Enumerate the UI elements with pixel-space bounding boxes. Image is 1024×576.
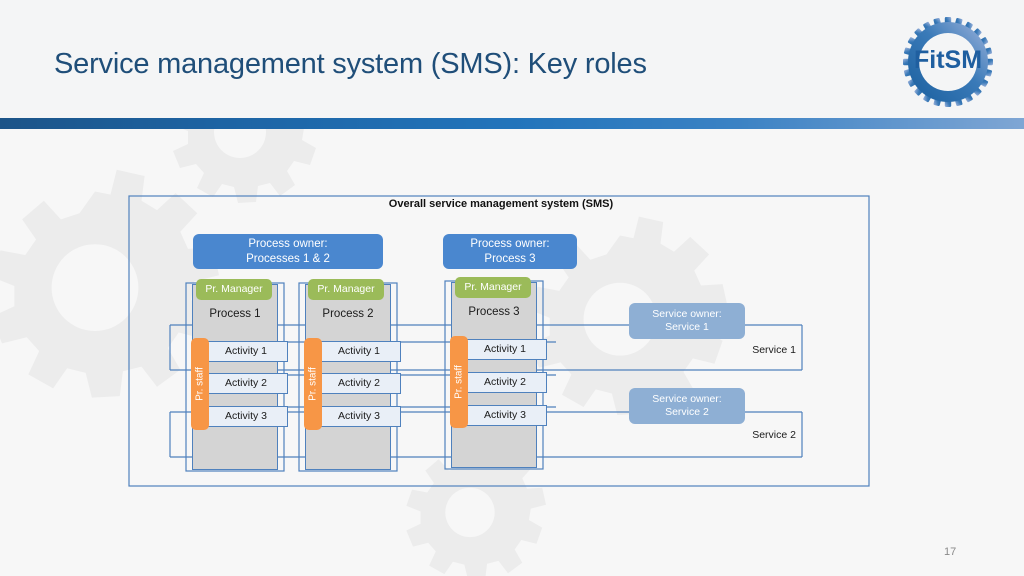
process-1-activity-3[interactable]: Activity 3: [204, 406, 288, 427]
service-owner-1-line1: Service owner:: [652, 308, 721, 321]
process-label-2: Process 2: [305, 308, 391, 320]
page-title: Service management system (SMS): Key rol…: [54, 48, 647, 81]
process-owner-box-1[interactable]: Process owner: Processes 1 & 2: [193, 234, 383, 269]
process-3-activity-2[interactable]: Activity 2: [463, 372, 547, 393]
process-3-activity-3-label: Activity 3: [484, 409, 526, 422]
process-3-activity-3[interactable]: Activity 3: [463, 405, 547, 426]
process-2-activity-3-label: Activity 3: [338, 410, 380, 423]
process-manager-box-2[interactable]: Pr. Manager: [308, 279, 384, 300]
process-owner-1-line2: Processes 1 & 2: [246, 252, 330, 266]
process-2-staff-bar[interactable]: Pr. staff: [304, 338, 322, 430]
service-owner-box-2[interactable]: Service owner: Service 2: [629, 388, 745, 424]
process-manager-label-1: Pr. Manager: [205, 283, 262, 296]
slide-header: Service management system (SMS): Key rol…: [0, 0, 1024, 118]
process-2-activity-3[interactable]: Activity 3: [317, 406, 401, 427]
service-label-2: Service 2: [680, 429, 796, 441]
process-label-3: Process 3: [451, 306, 537, 318]
process-owner-2-line2: Process 3: [470, 252, 549, 266]
header-accent-bar: [0, 118, 1024, 129]
process-3-staff-bar[interactable]: Pr. staff: [450, 336, 468, 428]
process-1-staff-bar[interactable]: Pr. staff: [191, 338, 209, 430]
process-owner-box-2[interactable]: Process owner: Process 3: [443, 234, 577, 269]
page-number: 17: [944, 546, 956, 558]
process-3-activity-1[interactable]: Activity 1: [463, 339, 547, 360]
service-owner-2-line2: Service 2: [652, 406, 721, 419]
process-manager-box-1[interactable]: Pr. Manager: [196, 279, 272, 300]
process-label-1: Process 1: [192, 308, 278, 320]
process-1-activity-1-label: Activity 1: [225, 345, 267, 358]
process-2-activity-2[interactable]: Activity 2: [317, 373, 401, 394]
process-1-activity-3-label: Activity 3: [225, 410, 267, 423]
process-1-activity-2-label: Activity 2: [225, 377, 267, 390]
fitsm-logo: FitSM: [896, 14, 1000, 110]
process-manager-label-2: Pr. Manager: [317, 283, 374, 296]
process-owner-2-line1: Process owner:: [470, 237, 549, 251]
process-2-staff-label: Pr. staff: [308, 367, 319, 401]
service-owner-2-line1: Service owner:: [652, 393, 721, 406]
process-1-staff-label: Pr. staff: [195, 367, 206, 401]
service-owner-1-line2: Service 1: [652, 321, 721, 334]
process-manager-box-3[interactable]: Pr. Manager: [455, 277, 531, 298]
sms-title: Overall service management system (SMS): [333, 198, 669, 210]
service-label-1: Service 1: [680, 344, 796, 356]
process-owner-1-line1: Process owner:: [246, 237, 330, 251]
process-3-activity-1-label: Activity 1: [484, 343, 526, 356]
process-3-staff-label: Pr. staff: [454, 365, 465, 399]
process-1-activity-2[interactable]: Activity 2: [204, 373, 288, 394]
process-manager-label-3: Pr. Manager: [464, 281, 521, 294]
process-3-activity-2-label: Activity 2: [484, 376, 526, 389]
process-1-activity-1[interactable]: Activity 1: [204, 341, 288, 362]
process-2-activity-1[interactable]: Activity 1: [317, 341, 401, 362]
process-2-activity-1-label: Activity 1: [338, 345, 380, 358]
service-owner-box-1[interactable]: Service owner: Service 1: [629, 303, 745, 339]
process-2-activity-2-label: Activity 2: [338, 377, 380, 390]
fitsm-logo-text: FitSM: [914, 46, 982, 74]
